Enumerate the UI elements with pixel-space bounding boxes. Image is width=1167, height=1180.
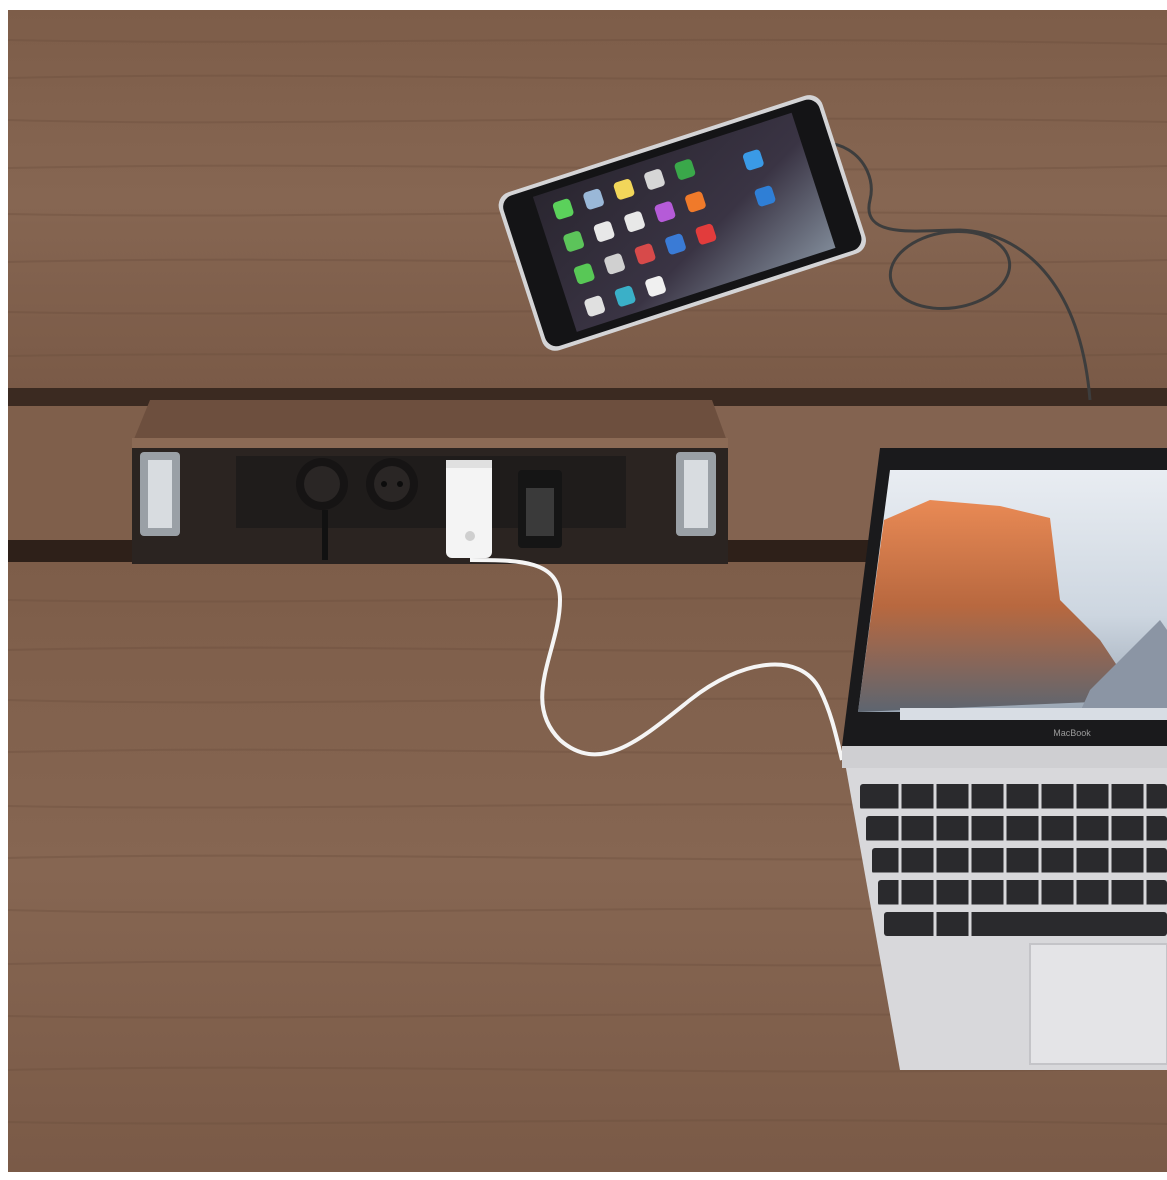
right-hinge: [676, 452, 716, 536]
socket-strip: [236, 456, 626, 528]
desk-scene: MacBook: [0, 0, 1167, 1180]
keyboard: [860, 784, 1167, 936]
power-socket-2: [366, 458, 418, 510]
left-flap-panel: [8, 406, 148, 540]
laptop: MacBook: [842, 448, 1167, 1070]
power-socket-1: [296, 458, 348, 510]
tray-lid: [132, 400, 728, 444]
tray-cable-dark: [322, 510, 328, 560]
trackpad: [1029, 943, 1167, 1065]
left-hinge: [140, 452, 180, 536]
tray-lid-edge: [132, 438, 728, 448]
black-adapter: [518, 470, 562, 548]
laptop-brand-label: MacBook: [1053, 728, 1091, 738]
dock: [900, 708, 1167, 720]
white-power-adapter: [446, 460, 492, 558]
laptop-hinge: [842, 746, 1167, 768]
